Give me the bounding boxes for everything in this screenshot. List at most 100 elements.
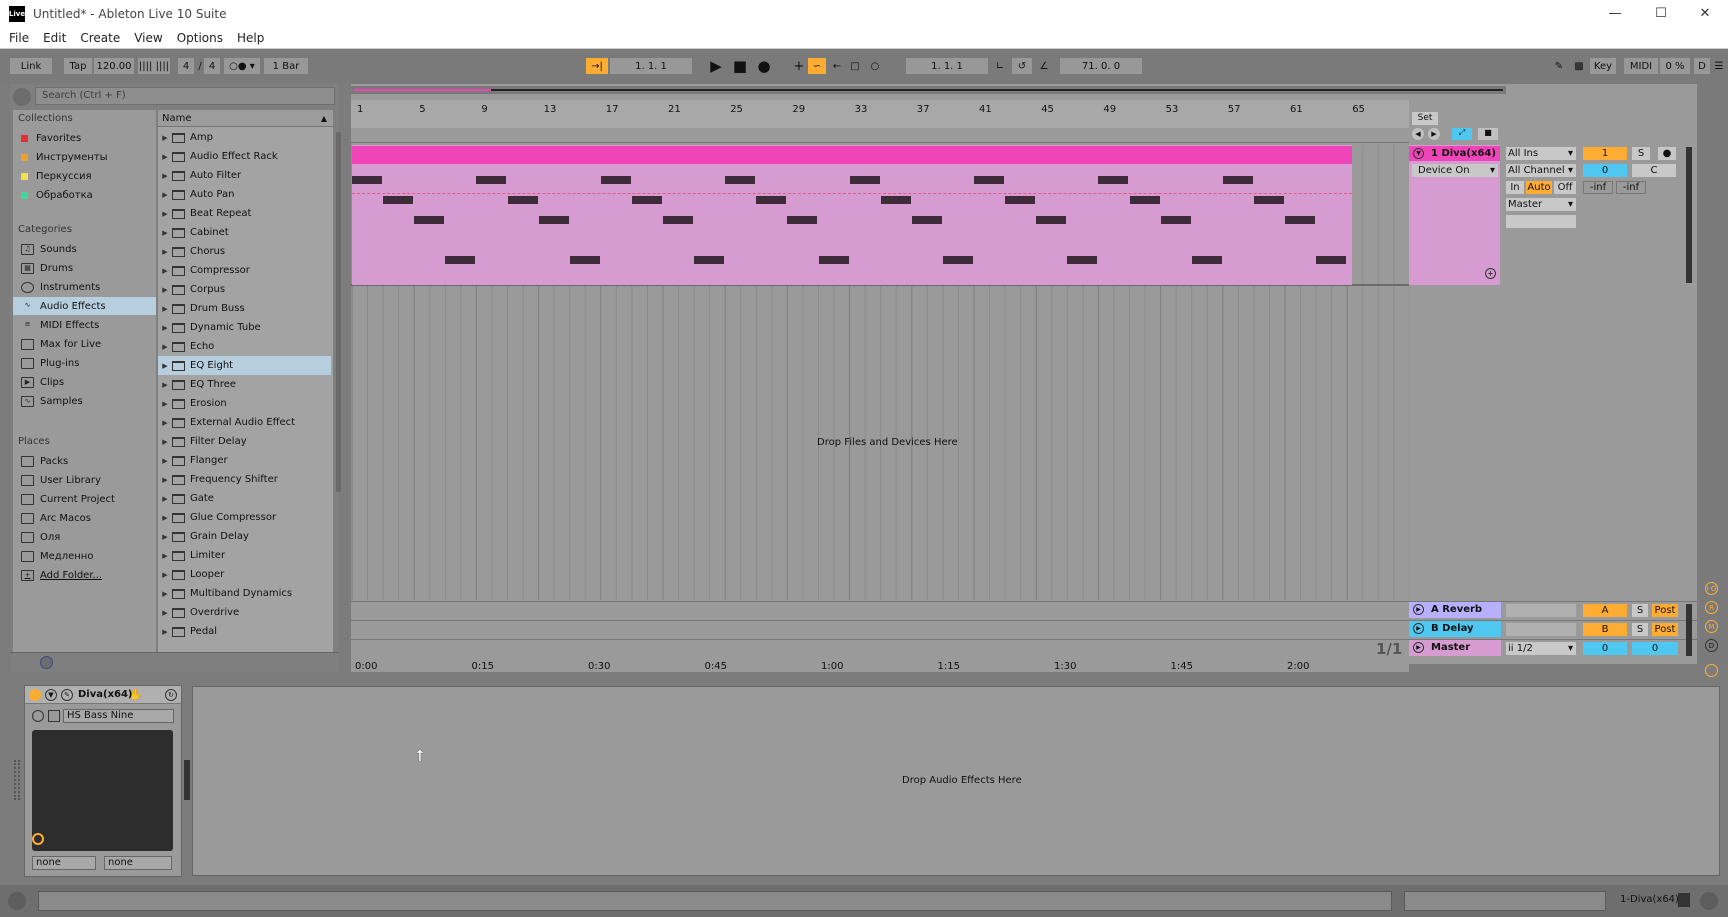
key-map-button[interactable]: Key bbox=[1590, 58, 1616, 74]
browser-item[interactable]: ▶ Cabinet bbox=[158, 223, 331, 242]
x-param-select[interactable]: none bbox=[32, 856, 96, 870]
midi-note[interactable] bbox=[445, 256, 476, 264]
hotswap-icon[interactable] bbox=[40, 656, 53, 669]
collection-favorites[interactable]: Favorites bbox=[13, 129, 156, 147]
place-olya[interactable]: Оля bbox=[13, 528, 156, 546]
master-routing-select[interactable]: ii 1/2 ▾ bbox=[1506, 642, 1576, 655]
automation-arm-icon[interactable]: ∽ bbox=[808, 58, 826, 74]
prev-locator-icon[interactable]: ◀ bbox=[1412, 128, 1424, 140]
link-button[interactable]: Link bbox=[10, 58, 52, 74]
volume-field[interactable]: 0 bbox=[1583, 164, 1627, 177]
browser-item[interactable]: ▶ Grain Delay bbox=[158, 527, 331, 546]
monitor-auto-button[interactable]: Auto bbox=[1526, 181, 1552, 194]
midi-clip[interactable] bbox=[352, 145, 1352, 285]
midi-note[interactable] bbox=[1222, 176, 1253, 184]
master-header[interactable]: ▶ Master bbox=[1409, 640, 1501, 656]
collection-percussion-ru[interactable]: Перкуссия bbox=[13, 167, 156, 185]
return-b-io[interactable] bbox=[1506, 623, 1576, 636]
return-a-activator[interactable]: A bbox=[1583, 604, 1627, 617]
place-current-project[interactable]: Current Project bbox=[13, 490, 156, 508]
menu-edit[interactable]: Edit bbox=[36, 31, 73, 45]
place-medlenno[interactable]: Медленно bbox=[13, 547, 156, 565]
midi-note[interactable] bbox=[1036, 216, 1067, 224]
browser-item[interactable]: ▶ Compressor bbox=[158, 261, 331, 280]
capture-icon[interactable]: □ bbox=[846, 58, 864, 74]
browser-item[interactable]: ▶ Auto Filter bbox=[158, 166, 331, 185]
category-midi-effects[interactable]: ≡ MIDI Effects bbox=[13, 316, 156, 334]
menu-options[interactable]: Options bbox=[170, 31, 230, 45]
midi-note[interactable] bbox=[1253, 196, 1284, 204]
category-clips[interactable]: ▶ Clips bbox=[13, 373, 156, 391]
category-samples[interactable]: ∿ Samples bbox=[13, 392, 156, 410]
loop-icon[interactable]: ↺ bbox=[1012, 58, 1032, 74]
session-record-icon[interactable]: ○ bbox=[866, 58, 884, 74]
return-a-solo[interactable]: S bbox=[1632, 604, 1648, 617]
io-toggle-icon[interactable]: I·O bbox=[1705, 582, 1718, 595]
browser-item[interactable]: ▶ Corpus bbox=[158, 280, 331, 299]
midi-note[interactable] bbox=[414, 216, 445, 224]
browser-item[interactable]: ▶ Multiband Dynamics bbox=[158, 584, 331, 603]
overdub-icon[interactable]: + bbox=[790, 58, 808, 74]
lock-icon[interactable]: ■ bbox=[1478, 128, 1498, 140]
browser-item[interactable]: ▶ Erosion bbox=[158, 394, 331, 413]
collection-processing-ru[interactable]: Обработка bbox=[13, 186, 156, 204]
nudge-buttons[interactable]: |||| |||| bbox=[138, 58, 170, 74]
returns-toggle-icon[interactable]: R bbox=[1705, 601, 1718, 614]
expand-icon[interactable]: ⤢ bbox=[1452, 128, 1472, 140]
sig-numerator[interactable]: 4 bbox=[178, 58, 194, 74]
stop-button[interactable]: ■ bbox=[728, 58, 752, 74]
midi-note[interactable] bbox=[1191, 256, 1222, 264]
browser-item[interactable]: ▶ Limiter bbox=[158, 546, 331, 565]
search-input[interactable]: Search (Ctrl + F) bbox=[35, 87, 335, 105]
category-sounds[interactable]: ♫ Sounds bbox=[13, 240, 156, 258]
browser-item[interactable]: ▶ Flanger bbox=[158, 451, 331, 470]
return-a-io[interactable] bbox=[1506, 604, 1576, 617]
clip-header[interactable] bbox=[352, 146, 1352, 164]
midi-note[interactable] bbox=[974, 176, 1004, 184]
menu-file[interactable]: File bbox=[0, 31, 36, 45]
midi-note[interactable] bbox=[663, 216, 693, 224]
menu-help[interactable]: Help bbox=[230, 31, 271, 45]
place-packs[interactable]: Packs bbox=[13, 452, 156, 470]
browser-item[interactable]: ▶ EQ Three bbox=[158, 375, 331, 394]
midi-note[interactable] bbox=[818, 256, 849, 264]
category-drums[interactable]: ▦ Drums bbox=[13, 259, 156, 277]
save-preset-icon[interactable] bbox=[48, 710, 60, 722]
preset-field[interactable]: HS Bass Nine bbox=[63, 709, 174, 723]
device-activator-icon[interactable] bbox=[29, 689, 41, 701]
midi-note[interactable] bbox=[787, 216, 818, 224]
delay-toggle-icon[interactable]: D bbox=[1705, 639, 1718, 652]
device-title-bar[interactable]: ▼ ✎ Diva(x64) ✋ ↻ bbox=[25, 686, 181, 704]
track-activator-button[interactable]: 1 bbox=[1583, 147, 1627, 160]
midi-note[interactable] bbox=[352, 176, 382, 184]
return-b-solo[interactable]: S bbox=[1632, 623, 1648, 636]
place-user-library[interactable]: User Library bbox=[13, 471, 156, 489]
fold-track-icon[interactable]: ▶ bbox=[1413, 642, 1424, 653]
midi-note[interactable] bbox=[1067, 256, 1098, 264]
status-play-icon[interactable] bbox=[8, 892, 26, 910]
return-b-post[interactable]: Post bbox=[1652, 623, 1678, 636]
browser-item[interactable]: ▶ Filter Delay bbox=[158, 432, 331, 451]
mixer-toggle-icon[interactable]: M bbox=[1705, 620, 1718, 633]
follow-icon[interactable]: →| bbox=[586, 58, 608, 74]
device-resize-handle[interactable] bbox=[184, 760, 190, 800]
back-to-arrangement-icon[interactable]: ← bbox=[828, 58, 846, 74]
browser-item[interactable]: ▶ Amp bbox=[158, 128, 331, 147]
browser-item[interactable]: ▶ Drum Buss bbox=[158, 299, 331, 318]
next-locator-icon[interactable]: ▶ bbox=[1428, 128, 1440, 140]
overview-icon[interactable]: ☰ bbox=[1712, 58, 1726, 74]
browser-item[interactable]: ▶ Pedal bbox=[158, 622, 331, 641]
browser-scrollbar[interactable] bbox=[336, 132, 341, 492]
y-param-select[interactable]: none bbox=[104, 856, 172, 870]
collection-instruments-ru[interactable]: Инструменты bbox=[13, 148, 156, 166]
plugin-window-icon[interactable] bbox=[32, 710, 44, 722]
midi-note[interactable] bbox=[725, 176, 756, 184]
return-b-activator[interactable]: B bbox=[1583, 623, 1627, 636]
midi-note[interactable] bbox=[1098, 176, 1129, 184]
add-folder-link[interactable]: + Add Folder... bbox=[13, 566, 156, 584]
wrench-icon[interactable]: ✎ bbox=[61, 689, 73, 701]
input-type-select[interactable]: All Ins ▾ bbox=[1506, 147, 1576, 160]
category-instruments[interactable]: Instruments bbox=[13, 278, 156, 296]
midi-note[interactable] bbox=[1005, 196, 1036, 204]
arm-icon[interactable]: ● bbox=[1658, 147, 1676, 160]
